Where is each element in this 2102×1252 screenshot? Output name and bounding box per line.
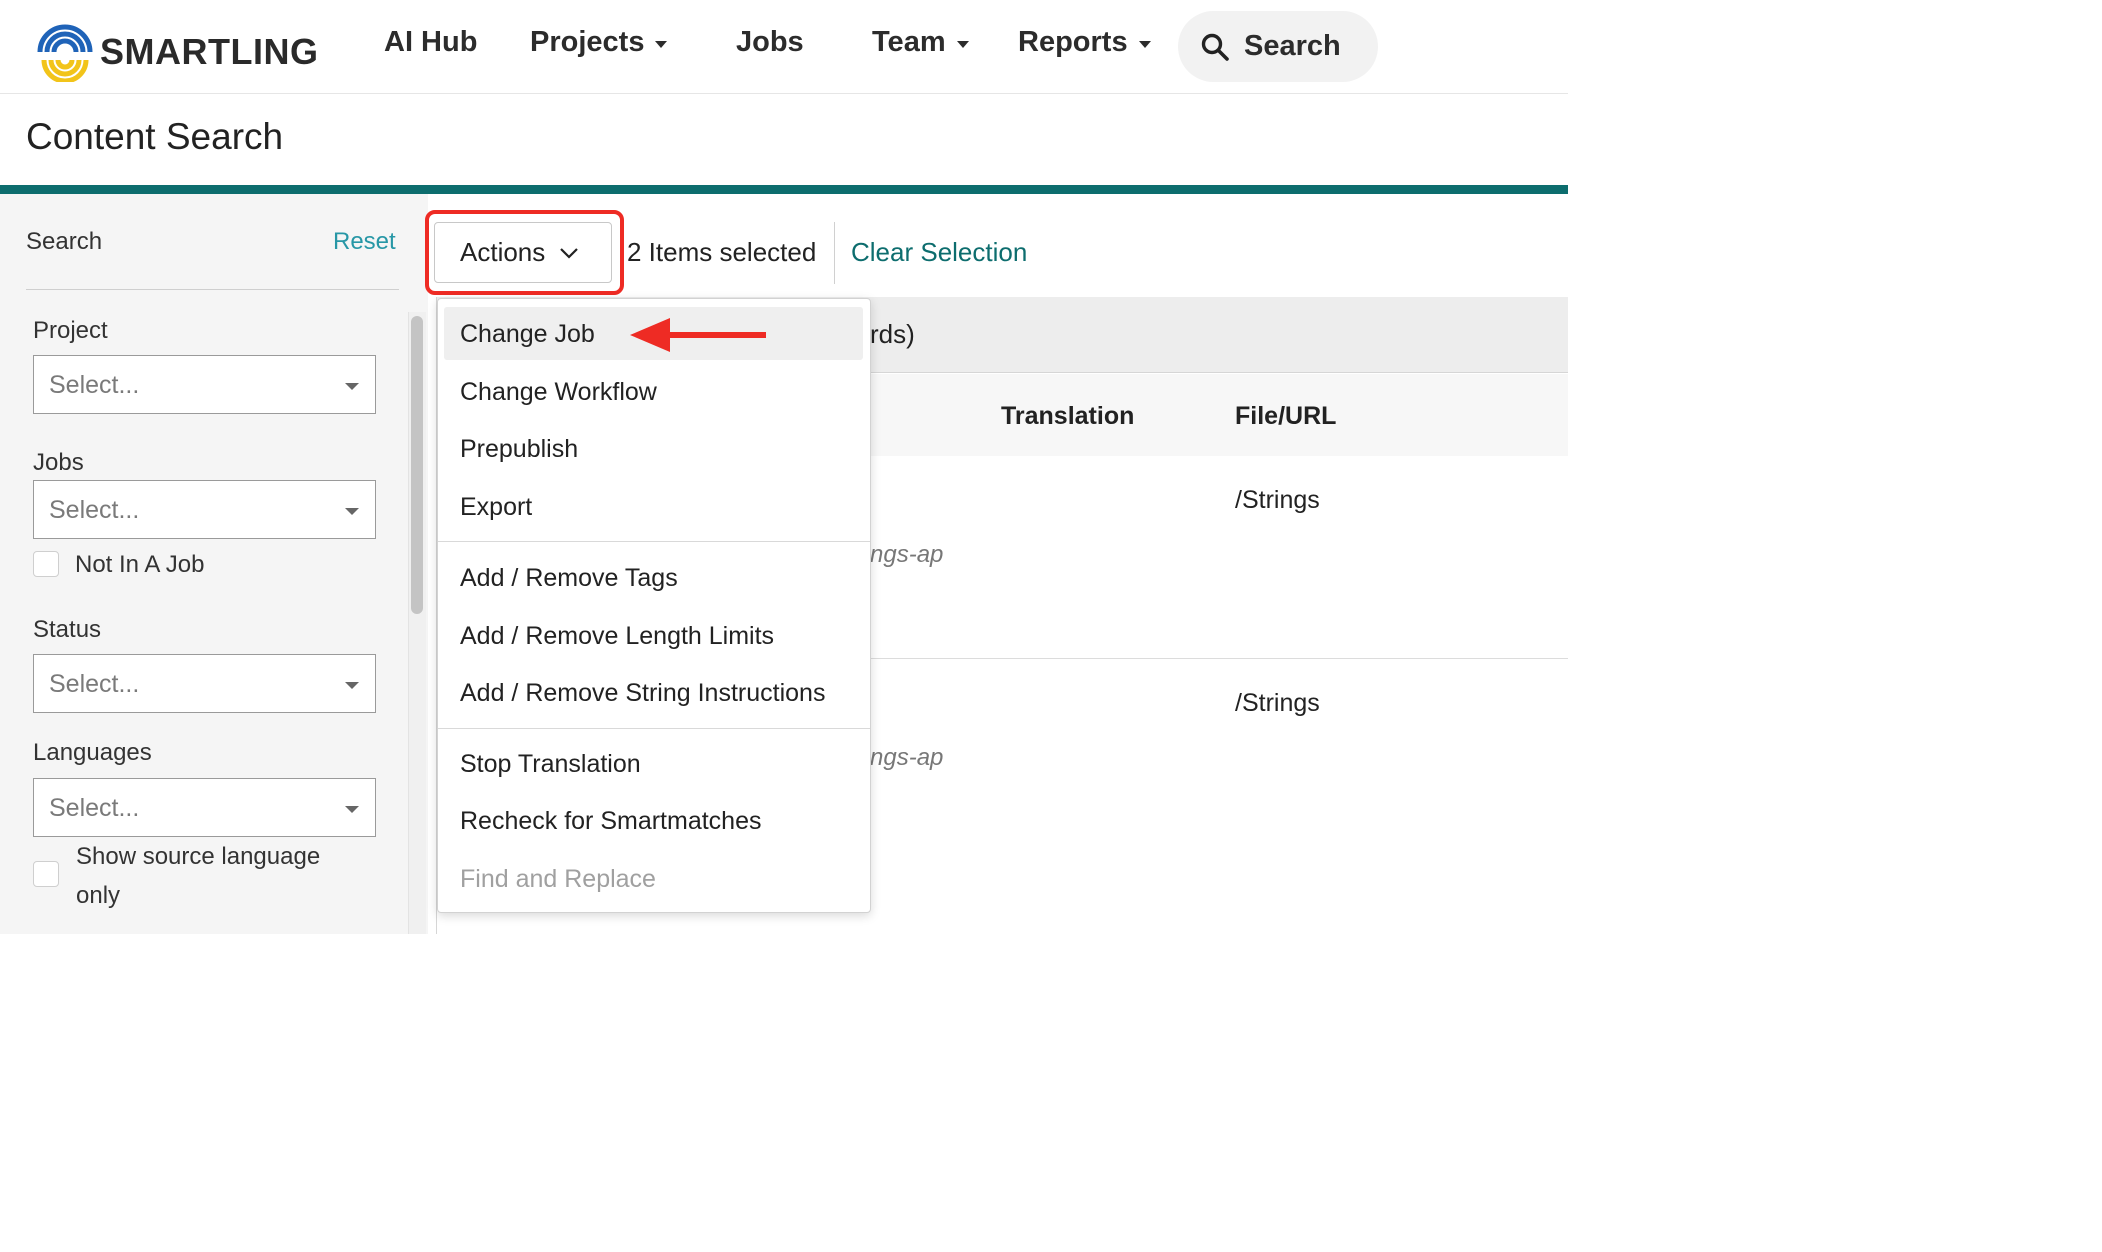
dropdown-arrow-icon — [345, 508, 359, 515]
nav-team[interactable]: Team — [872, 26, 969, 59]
not-in-job-checkbox[interactable] — [33, 551, 59, 577]
nav-jobs-label: Jobs — [736, 26, 804, 58]
project-select-placeholder: Select... — [49, 371, 140, 399]
dropdown-arrow-icon — [345, 682, 359, 689]
header-divider — [0, 185, 1568, 194]
table-row-file[interactable]: /Strings — [1235, 486, 1320, 515]
languages-filter-label: Languages — [33, 739, 152, 766]
menu-item-recheck-smartmatches[interactable]: Recheck for Smartmatches — [460, 807, 762, 836]
nav-reports[interactable]: Reports — [1018, 26, 1151, 59]
sidebar-search-heading: Search — [26, 228, 103, 255]
menu-item-prepublish[interactable]: Prepublish — [460, 435, 578, 464]
chevron-down-icon — [655, 41, 668, 48]
nav-search-button[interactable]: Search — [1178, 11, 1378, 82]
project-select[interactable]: Select... — [33, 355, 376, 414]
languages-select-placeholder: Select... — [49, 794, 140, 822]
table-row-path: ngs-ap — [870, 541, 944, 568]
jobs-select[interactable]: Select... — [33, 480, 376, 539]
annotation-highlight-box — [425, 210, 624, 295]
results-summary-text: rds) — [870, 319, 915, 349]
reset-link[interactable]: Reset — [333, 228, 396, 256]
selection-count: 2 Items selected — [627, 237, 817, 267]
annotation-arrow-icon — [630, 318, 766, 352]
status-filter-label: Status — [33, 616, 102, 643]
sidebar-divider — [26, 289, 399, 290]
show-source-label-line2: only — [76, 882, 121, 909]
menu-divider — [438, 728, 870, 729]
show-source-only-checkbox[interactable] — [33, 861, 59, 887]
nav-team-label: Team — [872, 26, 946, 58]
menu-item-export[interactable]: Export — [460, 493, 532, 522]
dropdown-arrow-icon — [345, 806, 359, 813]
menu-item-add-remove-string-instructions[interactable]: Add / Remove String Instructions — [460, 679, 825, 708]
page-title: Content Search — [26, 116, 284, 157]
chevron-down-icon — [956, 41, 969, 48]
dropdown-arrow-icon — [345, 383, 359, 390]
smartling-logo-icon — [37, 24, 93, 82]
column-header-file-url[interactable]: File/URL — [1235, 402, 1336, 431]
nav-projects[interactable]: Projects — [530, 26, 668, 59]
nav-search-label: Search — [1244, 30, 1341, 62]
table-row-path: ngs-ap — [870, 744, 944, 771]
jobs-filter-label: Jobs — [33, 449, 84, 476]
clear-selection-link[interactable]: Clear Selection — [851, 237, 1027, 268]
menu-item-add-remove-tags[interactable]: Add / Remove Tags — [460, 564, 678, 593]
show-source-label-line1: Show source language — [76, 843, 321, 870]
menu-item-change-job[interactable]: Change Job — [460, 320, 595, 349]
toolbar-divider — [834, 222, 835, 284]
top-navigation: SMARTLING AI Hub Projects Jobs Team Repo… — [0, 0, 1568, 94]
nav-ai-hub[interactable]: AI Hub — [384, 26, 477, 59]
not-in-job-label: Not In A Job — [75, 551, 205, 578]
smartling-logo[interactable]: SMARTLING — [32, 18, 322, 82]
menu-item-stop-translation[interactable]: Stop Translation — [460, 750, 641, 779]
jobs-select-placeholder: Select... — [49, 496, 140, 524]
menu-item-add-remove-length-limits[interactable]: Add / Remove Length Limits — [460, 622, 774, 651]
nav-projects-label: Projects — [530, 26, 645, 58]
sidebar-scrollbar-thumb[interactable] — [411, 316, 423, 614]
nav-reports-label: Reports — [1018, 26, 1128, 58]
nav-ai-hub-label: AI Hub — [384, 26, 478, 58]
status-select[interactable]: Select... — [33, 654, 376, 713]
nav-jobs[interactable]: Jobs — [736, 26, 804, 59]
status-select-placeholder: Select... — [49, 670, 140, 698]
menu-item-find-and-replace: Find and Replace — [460, 865, 656, 893]
table-row-file[interactable]: /Strings — [1235, 689, 1320, 718]
column-header-translation[interactable]: Translation — [1001, 402, 1134, 431]
search-icon — [1201, 33, 1229, 61]
brand-name: SMARTLING — [100, 31, 319, 72]
chevron-down-icon — [1138, 41, 1151, 48]
project-filter-label: Project — [33, 317, 108, 344]
menu-divider — [438, 541, 870, 542]
languages-select[interactable]: Select... — [33, 778, 376, 837]
menu-item-change-workflow[interactable]: Change Workflow — [460, 378, 657, 407]
